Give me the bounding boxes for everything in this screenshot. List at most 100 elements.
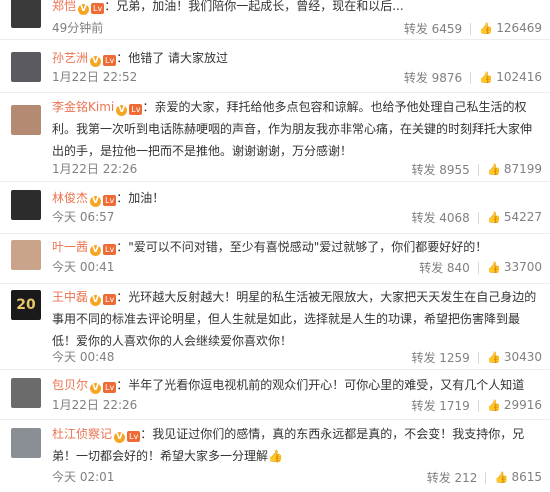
username-link[interactable]: 杜江侦察记 xyxy=(52,427,112,441)
like-button[interactable]: 👍 54227 xyxy=(487,207,542,228)
avatar-label: 20 xyxy=(16,297,36,313)
comment-time: 今天 02:01 xyxy=(52,470,115,484)
avatar[interactable] xyxy=(11,105,41,135)
comment-item: 杜江侦察记 V Lv ：我见证过你们的感情，真的东西永远都是真的，不会变！我支持你，兄… xyxy=(0,420,550,492)
comment-meta: 49分钟前 转发 6459 👍 126469 xyxy=(52,18,542,38)
like-button[interactable]: 👍 30430 xyxy=(487,347,542,368)
level-badge: Lv xyxy=(103,294,117,305)
thumbs-up-icon: 👍 xyxy=(486,261,501,274)
comment-text-line: 李金铭Kimi V Lv ：亲爱的大家，拜托给他多点包容和谅解。也给予他处理自己私生活… xyxy=(52,93,542,162)
level-badge: Lv xyxy=(103,244,117,255)
avatar[interactable] xyxy=(11,52,41,82)
like-button[interactable]: 👍 126469 xyxy=(479,18,542,39)
avatar[interactable] xyxy=(11,378,41,408)
comment-text: ：兄弟，加油！我们陪你一起成长，曾经，现在和以后... xyxy=(104,0,404,13)
like-button[interactable]: 👍 102416 xyxy=(479,67,542,88)
divider xyxy=(477,261,479,274)
like-count: 54227 xyxy=(503,210,542,224)
comment-item: 包贝尔 V Lv ：半年了光看你逗电视机前的观众们开心！可你心里的难受，又有几个人知道… xyxy=(0,370,550,420)
comment-text: ："爱可以不问对错，至少有喜悦感动"爱过就够了，你们都要好好的！ xyxy=(116,240,488,254)
comment-meta: 今天 00:41 转发 840 👍 33700 xyxy=(52,257,542,277)
like-count: 30430 xyxy=(503,350,542,364)
verified-v-icon: V xyxy=(114,432,126,443)
level-badge: Lv xyxy=(129,104,143,115)
thumbs-up-icon: 👍 xyxy=(479,22,494,35)
comment-time: 今天 00:48 xyxy=(52,350,115,364)
comment-meta: 1月22日 22:26 转发 1719 👍 29916 xyxy=(52,395,542,415)
divider xyxy=(477,351,479,364)
username-link[interactable]: 叶一茜 xyxy=(52,240,88,254)
comment-time: 1月22日 22:26 xyxy=(52,162,138,176)
divider xyxy=(477,163,479,176)
comment-item: 郑恺 V Lv ：兄弟，加油！我们陪你一起成长，曾经，现在和以后... 49分钟前 转… xyxy=(0,0,550,40)
comment-text: ：半年了光看你逗电视机前的观众们开心！可你心里的难受，又有几个人知道 xyxy=(116,378,525,392)
like-button[interactable]: 👍 29916 xyxy=(487,395,542,416)
divider xyxy=(470,71,472,84)
avatar[interactable]: 20 xyxy=(11,290,41,320)
comment-meta: 今天 02:01 转发 212 👍 8615 xyxy=(52,467,542,487)
repost-link[interactable]: 转发 1259 xyxy=(411,348,469,368)
divider xyxy=(477,399,479,412)
thumbs-up-icon: 👍 xyxy=(486,163,501,176)
username-link[interactable]: 林俊杰 xyxy=(52,191,88,205)
avatar[interactable] xyxy=(11,428,41,458)
like-button[interactable]: 👍 33700 xyxy=(487,257,542,278)
thumbs-up-icon: 👍 xyxy=(479,71,494,84)
like-button[interactable]: 👍 87199 xyxy=(487,159,542,180)
comment-text-line: 包贝尔 V Lv ：半年了光看你逗电视机前的观众们开心！可你心里的难受，又有几个人知道 xyxy=(52,370,542,396)
level-badge: Lv xyxy=(103,55,117,66)
repost-link[interactable]: 转发 840 xyxy=(419,258,470,278)
username-link[interactable]: 王中磊 xyxy=(52,290,88,304)
like-count: 8615 xyxy=(511,470,542,484)
comment-text-line: 郑恺 V Lv ：兄弟，加油！我们陪你一起成长，曾经，现在和以后... xyxy=(52,0,542,17)
comment-item: 叶一茜 V Lv ："爱可以不问对错，至少有喜悦感动"爱过就够了，你们都要好好的！ 今… xyxy=(0,234,550,284)
like-count: 29916 xyxy=(503,398,542,412)
repost-link[interactable]: 转发 1719 xyxy=(411,396,469,416)
repost-link[interactable]: 转发 8955 xyxy=(411,160,469,180)
username-link[interactable]: 孙艺洲 xyxy=(52,51,88,65)
repost-link[interactable]: 转发 9876 xyxy=(404,68,462,88)
repost-link[interactable]: 转发 4068 xyxy=(411,208,469,228)
comment-item: 林俊杰 V Lv ：加油！ 今天 06:57 转发 4068 👍 54227 xyxy=(0,182,550,234)
like-button[interactable]: 👍 8615 xyxy=(494,467,542,488)
like-count: 87199 xyxy=(503,162,542,176)
comment-text: ：光环越大反射越大！明星的私生活被无限放大，大家把天天发生在自己身边的事用不同的… xyxy=(52,290,537,348)
comment-meta: 1月22日 22:26 转发 8955 👍 87199 xyxy=(52,159,542,179)
comment-text-line: 叶一茜 V Lv ："爱可以不问对错，至少有喜悦感动"爱过就够了，你们都要好好的！ xyxy=(52,234,542,258)
verified-v-icon: V xyxy=(78,4,90,15)
comment-time: 今天 06:57 xyxy=(52,210,115,224)
comment-meta: 1月22日 22:52 转发 9876 👍 102416 xyxy=(52,67,542,87)
comment-text-line: 王中磊 V Lv ：光环越大反射越大！明星的私生活被无限放大，大家把天天发生在自己身边… xyxy=(52,284,542,352)
like-count: 126469 xyxy=(496,21,542,35)
thumbs-up-icon: 👍 xyxy=(486,211,501,224)
verified-v-icon: V xyxy=(116,105,128,116)
verified-v-icon: V xyxy=(90,383,102,394)
comment-text: ：他错了 请大家放过 xyxy=(116,51,229,65)
comment-item: 孙艺洲 V Lv ：他错了 请大家放过 1月22日 22:52 转发 9876 👍 10… xyxy=(0,40,550,93)
avatar[interactable] xyxy=(11,0,41,28)
like-count: 102416 xyxy=(496,70,542,84)
avatar[interactable] xyxy=(11,190,41,220)
comment-item: 20 王中磊 V Lv ：光环越大反射越大！明星的私生活被无限放大，大家把天天发生在自… xyxy=(0,284,550,370)
divider xyxy=(485,471,487,484)
verified-v-icon: V xyxy=(90,196,102,207)
username-link[interactable]: 郑恺 xyxy=(52,0,76,13)
repost-link[interactable]: 转发 212 xyxy=(427,468,478,488)
comment-time: 49分钟前 xyxy=(52,21,104,35)
level-badge: Lv xyxy=(103,382,117,393)
comment-meta: 今天 00:48 转发 1259 👍 30430 xyxy=(52,347,542,367)
username-link[interactable]: 李金铭Kimi xyxy=(52,100,114,114)
thumbs-up-icon: 👍 xyxy=(486,399,501,412)
divider xyxy=(477,211,479,224)
level-badge: Lv xyxy=(127,431,141,442)
verified-v-icon: V xyxy=(90,245,102,256)
username-link[interactable]: 包贝尔 xyxy=(52,378,88,392)
repost-link[interactable]: 转发 6459 xyxy=(404,19,462,39)
comment-text-line: 孙艺洲 V Lv ：他错了 请大家放过 xyxy=(52,40,542,69)
comment-item: 李金铭Kimi V Lv ：亲爱的大家，拜托给他多点包容和谅解。也给予他处理自己私生活… xyxy=(0,93,550,182)
verified-v-icon: V xyxy=(90,295,102,306)
avatar[interactable] xyxy=(11,240,41,270)
like-count: 33700 xyxy=(503,260,542,274)
comment-text-line: 林俊杰 V Lv ：加油！ xyxy=(52,182,542,209)
verified-v-icon: V xyxy=(90,56,102,67)
